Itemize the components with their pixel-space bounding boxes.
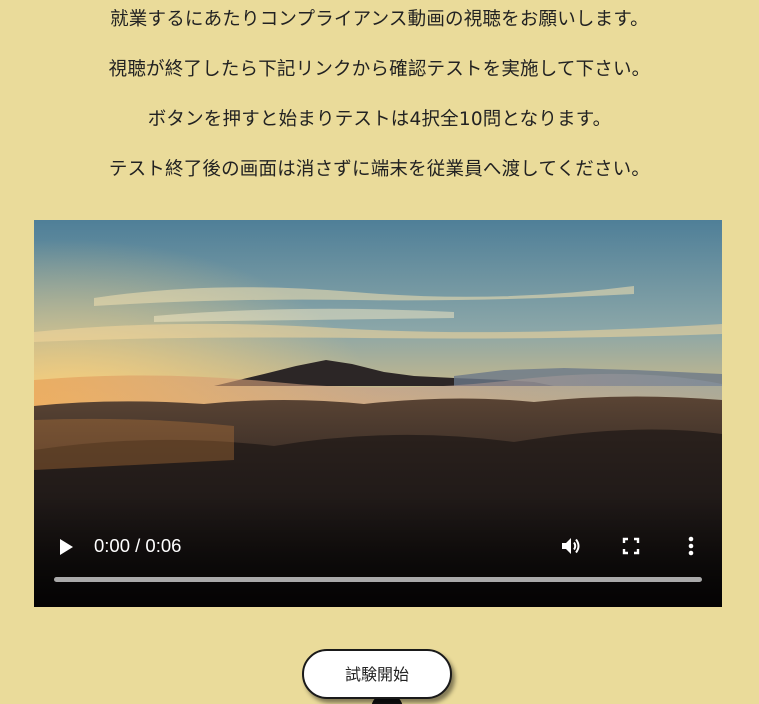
instruction-line-1: 就業するにあたりコンプライアンス動画の視聴をお願いします。 — [110, 9, 649, 30]
fullscreen-button[interactable] — [618, 533, 644, 559]
instruction-line-3: ボタンを押すと始まりテストは4択全10問となります。 — [147, 109, 612, 130]
instruction-line-4: テスト終了後の画面は消さずに端末を従業員へ渡してください。 — [108, 159, 651, 180]
more-options-button[interactable] — [681, 533, 701, 559]
time-display: 0:00 / 0:06 — [94, 535, 182, 556]
instruction-line-2: 視聴が終了したら下記リンクから確認テストを実施して下さい。 — [108, 59, 651, 80]
volume-button[interactable] — [558, 532, 584, 560]
more-vert-icon — [688, 536, 694, 556]
fullscreen-icon — [622, 537, 640, 555]
play-icon — [60, 539, 73, 555]
progress-bar[interactable] — [54, 577, 702, 582]
play-button[interactable] — [52, 534, 80, 560]
start-test-button[interactable]: 試験開始 — [302, 649, 452, 699]
volume-icon — [562, 538, 580, 554]
video-player[interactable]: 0:00 / 0:06 — [34, 220, 722, 607]
page: 就業するにあたりコンプライアンス動画の視聴をお願いします。 視聴が終了したら下記… — [0, 0, 759, 704]
